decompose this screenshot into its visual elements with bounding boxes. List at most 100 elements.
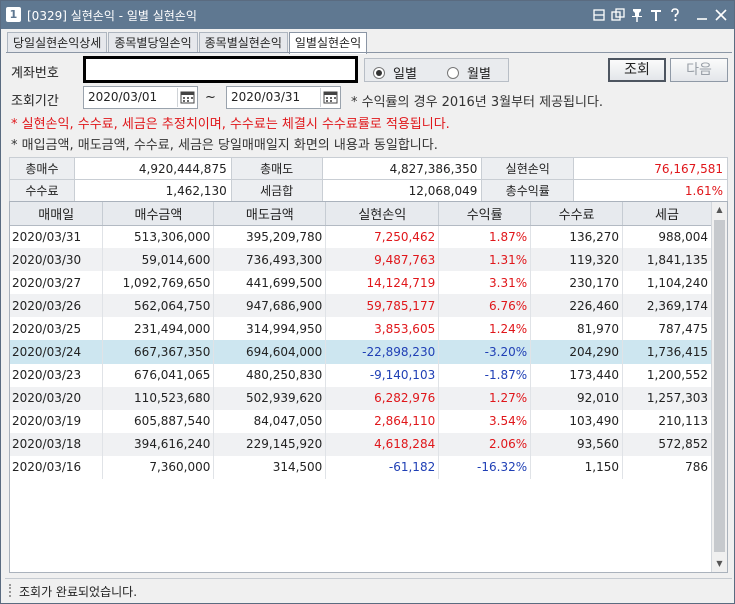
return-rate-cell: 1.31% <box>438 248 532 272</box>
minimize-icon[interactable] <box>693 6 711 24</box>
fee-cell: 92,010 <box>530 386 624 410</box>
query-button[interactable]: 조회 <box>608 58 666 82</box>
calendar-icon[interactable] <box>177 88 196 107</box>
tax-label: 세금합 <box>230 179 323 202</box>
return-rate-cell: 6.76% <box>438 294 532 318</box>
table-row[interactable]: 2020/03/19 605,887,540 84,047,050 2,864,110… <box>10 409 712 433</box>
table-row[interactable]: 2020/03/31 513,306,000 395,209,780 7,250,46… <box>10 225 712 249</box>
table-row[interactable]: 2020/03/16 7,360,000 314,500 -61,182 -16.32%… <box>10 455 712 480</box>
title-bar[interactable]: 1 [0329] 실현손익 - 일별 실현손익 <box>1 1 734 29</box>
tab-stock-realized-pl[interactable]: 종목별실현손익 <box>198 32 288 53</box>
realized-pl-cell: 7,250,462 <box>325 225 440 249</box>
return-rate-cell: -1.87% <box>438 363 532 387</box>
account-number-field[interactable] <box>83 56 358 83</box>
calendar-icon[interactable] <box>320 88 339 107</box>
trade-date-cell: 2020/03/16 <box>10 455 104 480</box>
buy-amount-cell: 231,494,000 <box>102 317 215 341</box>
fee-cell: 93,560 <box>530 432 624 456</box>
next-button[interactable]: 다음 <box>670 58 728 82</box>
font-icon[interactable] <box>647 6 665 24</box>
date-separator: ~ <box>205 90 216 105</box>
col-trade-date[interactable]: 매매일 <box>10 202 104 226</box>
col-tax[interactable]: 세금 <box>622 202 712 226</box>
table-row[interactable]: 2020/03/23 676,041,065 480,250,830 -9,140,1… <box>10 363 712 387</box>
grip-icon <box>9 584 13 597</box>
sell-amount-cell: 314,500 <box>213 455 327 480</box>
return-rate-cell: -16.32% <box>438 455 532 480</box>
copy-icon[interactable] <box>609 6 627 24</box>
radio-daily-dot[interactable] <box>373 66 385 79</box>
radio-daily[interactable]: 일별 <box>373 63 417 82</box>
trade-date-cell: 2020/03/26 <box>10 294 104 318</box>
buy-amount-cell: 110,523,680 <box>102 386 215 410</box>
table-row[interactable]: 2020/03/27 1,092,769,650 441,699,500 14,124… <box>10 271 712 295</box>
col-realized-pl[interactable]: 실현손익 <box>325 202 440 226</box>
table-row[interactable]: 2020/03/24 667,367,350 694,604,000 -22,898,… <box>10 340 712 364</box>
col-sell-amount[interactable]: 매도금액 <box>213 202 327 226</box>
app-icon: 1 <box>6 7 21 22</box>
radio-daily-label: 일별 <box>393 67 417 82</box>
realized-pl-cell: 6,282,976 <box>325 386 440 410</box>
pin-icon[interactable] <box>628 6 646 24</box>
return-rate-cell: -3.20% <box>438 340 532 364</box>
tab-stock-daily-pl[interactable]: 종목별당일손익 <box>108 32 198 53</box>
tab-daily-realized-pl[interactable]: 일별실현손익 <box>288 32 368 54</box>
rate-availability-note: * 수익률의 경우 2016년 3월부터 제공됩니다. <box>351 95 604 110</box>
status-bar: 조회가 완료되었습니다. <box>5 578 732 601</box>
fee-cell: 136,270 <box>530 225 624 249</box>
scroll-thumb[interactable] <box>714 220 725 552</box>
date-from-field[interactable]: 2020/03/01 <box>83 86 198 109</box>
tax-cell: 1,257,303 <box>622 386 712 410</box>
buy-amount-cell: 562,064,750 <box>102 294 215 318</box>
same-as-journal-notice: * 매입금액, 매도금액, 수수료, 세금은 당일매매일지 화면의 내용과 동일… <box>11 138 438 153</box>
realized-pl-cell: 9,487,763 <box>325 248 440 272</box>
buy-amount-cell: 667,367,350 <box>102 340 215 364</box>
sell-amount-cell: 736,493,300 <box>213 248 327 272</box>
table-row[interactable]: 2020/03/25 231,494,000 314,994,950 3,853,60… <box>10 317 712 341</box>
total-sell-value: 4,827,386,350 <box>321 157 483 180</box>
trade-date-cell: 2020/03/30 <box>10 248 104 272</box>
tax-cell: 988,004 <box>622 225 712 249</box>
window-title: [0329] 실현손익 - 일별 실현손익 <box>27 9 197 23</box>
scroll-up-icon[interactable]: ▲ <box>712 202 727 218</box>
col-return-rate[interactable]: 수익률 <box>438 202 532 226</box>
scroll-down-icon[interactable]: ▼ <box>712 556 727 572</box>
radio-monthly[interactable]: 월별 <box>447 63 491 82</box>
table-row[interactable]: 2020/03/26 562,064,750 947,686,900 59,785,1… <box>10 294 712 318</box>
table-row[interactable]: 2020/03/30 59,014,600 736,493,300 9,487,763… <box>10 248 712 272</box>
radio-monthly-dot[interactable] <box>447 66 459 79</box>
close-icon[interactable] <box>712 6 730 24</box>
tax-cell: 572,852 <box>622 432 712 456</box>
table-row[interactable]: 2020/03/18 394,616,240 229,145,920 4,618,28… <box>10 432 712 456</box>
buy-amount-cell: 1,092,769,650 <box>102 271 215 295</box>
date-to-field[interactable]: 2020/03/31 <box>226 86 341 109</box>
sell-amount-cell: 229,145,920 <box>213 432 327 456</box>
fee-cell: 173,440 <box>530 363 624 387</box>
table-row[interactable]: 2020/03/20 110,523,680 502,939,620 6,282,97… <box>10 386 712 410</box>
return-rate-cell: 1.24% <box>438 317 532 341</box>
trade-date-cell: 2020/03/18 <box>10 432 104 456</box>
fee-label: 수수료 <box>9 179 75 202</box>
restore-icon[interactable] <box>590 6 608 24</box>
sell-amount-cell: 314,994,950 <box>213 317 327 341</box>
total-sell-label: 총매도 <box>230 157 323 180</box>
help-icon[interactable] <box>666 6 684 24</box>
col-buy-amount[interactable]: 매수금액 <box>102 202 215 226</box>
tab-divider <box>6 52 732 53</box>
return-rate-cell: 3.54% <box>438 409 532 433</box>
trade-date-cell: 2020/03/27 <box>10 271 104 295</box>
account-label: 계좌번호 <box>11 66 59 81</box>
realized-pl-value: 76,167,581 <box>573 157 728 180</box>
realized-pl-cell: -9,140,103 <box>325 363 440 387</box>
total-buy-value: 4,920,444,875 <box>73 157 232 180</box>
vertical-scrollbar[interactable]: ▲ ▼ <box>711 202 727 572</box>
col-fee[interactable]: 수수료 <box>530 202 624 226</box>
sell-amount-cell: 441,699,500 <box>213 271 327 295</box>
tax-value: 12,068,049 <box>321 179 483 202</box>
tax-cell: 1,104,240 <box>622 271 712 295</box>
total-buy-label: 총매수 <box>9 157 75 180</box>
tax-cell: 210,113 <box>622 409 712 433</box>
tab-daily-realized-detail[interactable]: 당일실현손익상세 <box>7 32 108 53</box>
daily-pl-grid[interactable]: 매매일 매수금액 매도금액 실현손익 수익률 수수료 세금 2020/03/31… <box>9 201 728 573</box>
realized-pl-cell: 2,864,110 <box>325 409 440 433</box>
